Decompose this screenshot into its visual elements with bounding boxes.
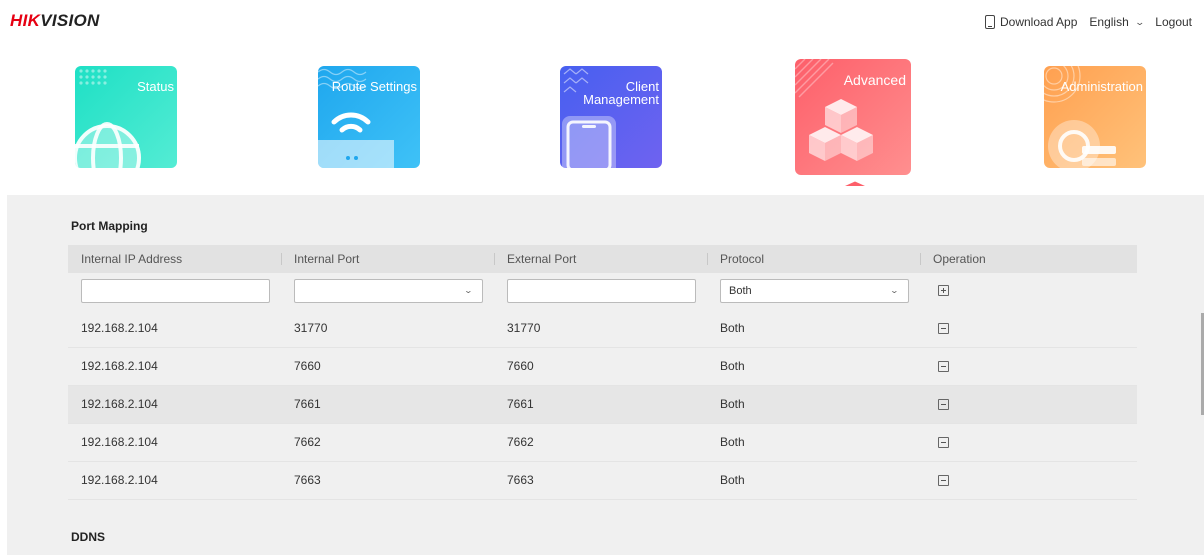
chevron-down-icon: ⌄ [463, 286, 474, 295]
delete-mapping-button[interactable] [938, 437, 949, 448]
internal-ip-input[interactable] [81, 279, 270, 303]
new-mapping-row: ⌄ Both ⌄ [68, 279, 1137, 305]
logout-link[interactable]: Logout [1155, 15, 1192, 29]
table-row: 192.168.2.104 31770 31770 Both [68, 310, 1137, 348]
col-internal-port: Internal Port [281, 245, 494, 273]
add-mapping-button[interactable] [938, 285, 949, 296]
chevron-down-icon: ⌄ [1134, 16, 1145, 27]
col-protocol: Protocol [707, 245, 920, 273]
table-row: 192.168.2.104 7662 7662 Both [68, 424, 1137, 462]
nav-tile-status[interactable]: Status [75, 66, 177, 168]
col-operation: Operation [920, 245, 1137, 273]
nav-tile-advanced[interactable]: Advanced [795, 59, 911, 175]
download-app-link[interactable]: Download App [985, 15, 1077, 29]
content-panel: Port Mapping Internal IP Address Interna… [7, 195, 1204, 555]
nav-tile-client-management[interactable]: Client Management [560, 66, 662, 168]
col-external-port: External Port [494, 245, 707, 273]
table-row: 192.168.2.104 7663 7663 Both [68, 462, 1137, 500]
col-internal-ip: Internal IP Address [81, 252, 183, 266]
nav-tile-route-settings[interactable]: Route Settings [318, 66, 420, 168]
ddns-title: DDNS [71, 530, 106, 544]
hikvision-logo: HIKVISION [10, 11, 100, 30]
language-select[interactable]: English ⌄ [1089, 15, 1145, 29]
internal-port-select[interactable]: ⌄ [294, 279, 483, 303]
phone-icon [985, 15, 995, 29]
table-row: 192.168.2.104 7661 7661 Both [68, 386, 1137, 424]
top-bar: Download App English ⌄ Logout [985, 15, 1192, 29]
table-row: 192.168.2.104 7660 7660 Both [68, 348, 1137, 386]
delete-mapping-button[interactable] [938, 475, 949, 486]
delete-mapping-button[interactable] [938, 323, 949, 334]
active-tab-indicator [845, 181, 865, 186]
chevron-down-icon: ⌄ [889, 286, 900, 295]
external-port-input[interactable] [507, 279, 696, 303]
port-mapping-table-header: Internal IP Address Internal Port Extern… [68, 245, 1137, 273]
protocol-select[interactable]: Both ⌄ [720, 279, 909, 303]
delete-mapping-button[interactable] [938, 361, 949, 372]
delete-mapping-button[interactable] [938, 399, 949, 410]
nav-tile-administration[interactable]: Administration [1044, 66, 1146, 168]
port-mapping-title: Port Mapping [71, 219, 148, 233]
